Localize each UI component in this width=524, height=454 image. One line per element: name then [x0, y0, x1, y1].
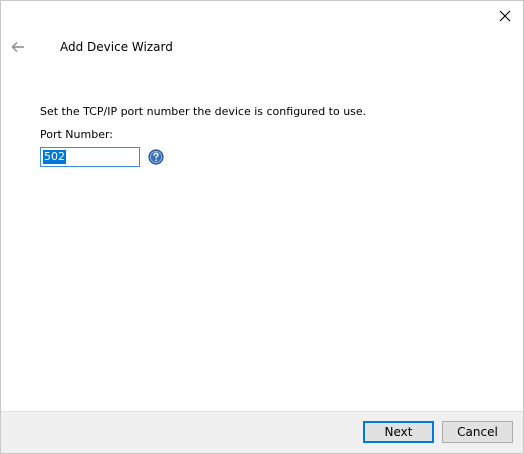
port-number-label: Port Number:	[40, 128, 114, 141]
cancel-button[interactable]: Cancel	[442, 421, 513, 443]
port-number-input[interactable]: 502	[40, 147, 140, 167]
next-button[interactable]: Next	[363, 421, 434, 443]
wizard-window: Add Device Wizard Set the TCP/IP port nu…	[0, 0, 524, 454]
back-button[interactable]	[7, 37, 29, 57]
help-icon[interactable]	[148, 149, 164, 165]
wizard-title: Add Device Wizard	[60, 40, 173, 54]
close-icon	[499, 10, 511, 22]
arrow-left-icon	[11, 42, 24, 52]
port-number-value: 502	[43, 150, 66, 164]
instruction-text: Set the TCP/IP port number the device is…	[40, 105, 367, 118]
close-button[interactable]	[493, 5, 517, 27]
wizard-footer: Next Cancel	[1, 411, 523, 453]
